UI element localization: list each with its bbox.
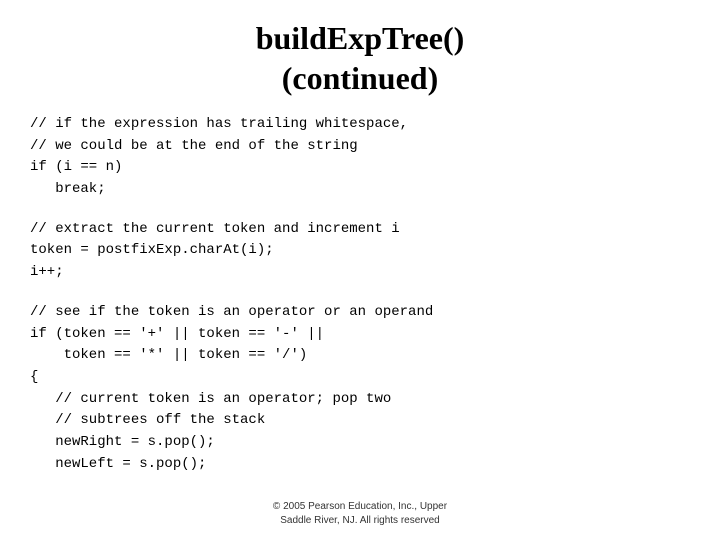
footer: © 2005 Pearson Education, Inc., Upper Sa… — [273, 500, 447, 528]
code-line: if (i == n) — [30, 157, 710, 179]
code-line: break; — [30, 179, 710, 201]
code-block: // if the expression has trailing whites… — [30, 114, 710, 493]
footer-line-1: © 2005 Pearson Education, Inc., Upper — [273, 500, 447, 514]
footer-line-2: Saddle River, NJ. All rights reserved — [273, 514, 447, 528]
code-line: token == '*' || token == '/') — [30, 345, 710, 367]
code-section-1: // if the expression has trailing whites… — [30, 114, 710, 201]
code-line: newLeft = s.pop(); — [30, 454, 710, 476]
code-line: i++; — [30, 262, 710, 284]
code-line: newRight = s.pop(); — [30, 432, 710, 454]
code-line: // subtrees off the stack — [30, 410, 710, 432]
code-line: // if the expression has trailing whites… — [30, 114, 710, 136]
code-line: if (token == '+' || token == '-' || — [30, 324, 710, 346]
slide-title: buildExpTree() (continued) — [256, 18, 465, 98]
code-line: // current token is an operator; pop two — [30, 389, 710, 411]
code-line: token = postfixExp.charAt(i); — [30, 240, 710, 262]
code-section-3: // see if the token is an operator or an… — [30, 302, 710, 476]
code-line: // extract the current token and increme… — [30, 219, 710, 241]
title-line-2: (continued) — [256, 58, 465, 98]
title-line-1: buildExpTree() — [256, 18, 465, 58]
code-section-2: // extract the current token and increme… — [30, 219, 710, 284]
code-line: { — [30, 367, 710, 389]
code-line: // see if the token is an operator or an… — [30, 302, 710, 324]
code-line: // we could be at the end of the string — [30, 136, 710, 158]
